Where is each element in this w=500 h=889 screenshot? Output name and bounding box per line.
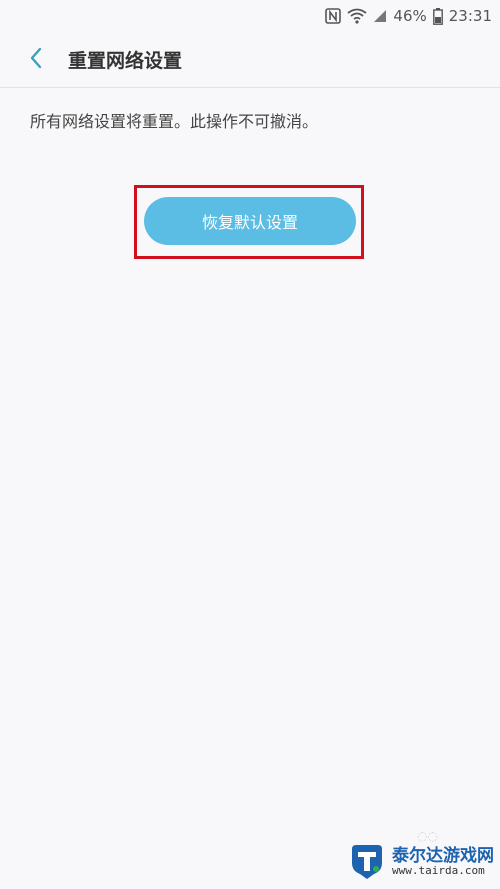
watermark-url: www.tairda.com xyxy=(392,864,485,878)
reset-description: 所有网络设置将重置。此操作不可撤消。 xyxy=(30,112,319,131)
page-title: 重置网络设置 xyxy=(68,50,183,72)
watermark: 泰尔达游戏网 www.tairda.com xyxy=(348,843,494,881)
battery-icon xyxy=(432,7,443,25)
screen: 46% 23:31 重置网络设置 所有网络设置将重置。此操作不可撤消。 恢复默认… xyxy=(0,0,500,889)
watermark-logo-icon xyxy=(352,845,382,879)
signal-icon xyxy=(373,9,387,23)
chevron-left-icon xyxy=(29,47,43,73)
reset-default-button[interactable]: 恢复默认设置 xyxy=(144,197,356,245)
battery-percent: 46% xyxy=(393,7,427,25)
status-bar: 46% 23:31 xyxy=(0,0,500,32)
back-button[interactable] xyxy=(12,36,60,84)
wifi-icon xyxy=(347,8,367,24)
faint-decoration: ◌◌ xyxy=(417,829,438,843)
header-divider xyxy=(0,87,500,88)
nfc-icon xyxy=(325,8,342,24)
watermark-text: 泰尔达游戏网 www.tairda.com xyxy=(392,845,494,878)
status-time: 23:31 xyxy=(448,7,492,25)
watermark-title: 泰尔达游戏网 xyxy=(392,845,494,866)
header: 重置网络设置 xyxy=(0,32,500,87)
